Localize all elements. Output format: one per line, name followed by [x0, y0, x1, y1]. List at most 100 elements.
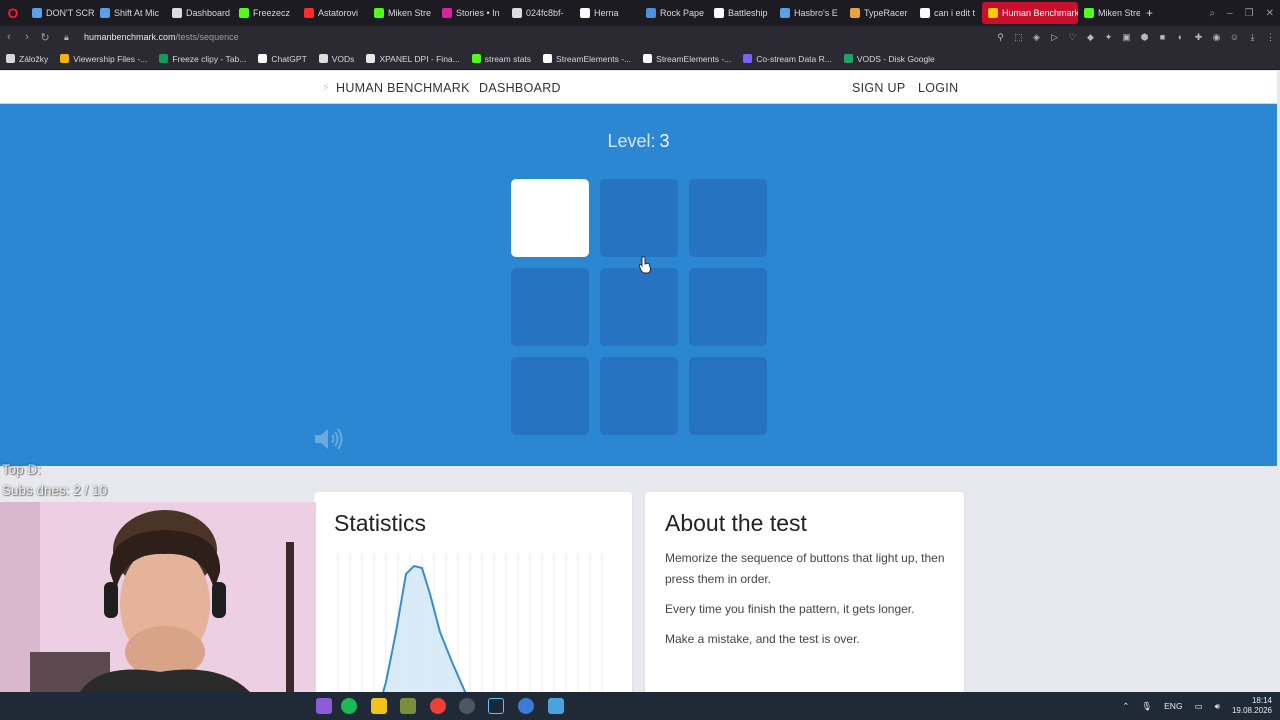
vpn-icon[interactable]: ◈: [1031, 32, 1042, 43]
brand-link[interactable]: ⚡︎ HUMAN BENCHMARK: [322, 71, 470, 104]
steam-icon[interactable]: [488, 698, 504, 714]
browser-tab[interactable]: Herna: [574, 2, 640, 24]
app-icon[interactable]: [316, 698, 332, 714]
browser-tab[interactable]: Human Benchmark: [982, 2, 1078, 24]
url-path: /tests/sequence: [175, 32, 239, 42]
browser-tab[interactable]: Rock Pape: [640, 2, 708, 24]
level-label: Level:: [607, 131, 656, 151]
file-explorer-icon[interactable]: [371, 698, 387, 714]
tab-favicon-icon: [988, 8, 998, 18]
player-icon[interactable]: ▷: [1049, 32, 1060, 43]
browser-tab[interactable]: Hasbro's E: [774, 2, 844, 24]
clock-date: 19.08.2026: [1231, 706, 1272, 715]
bookmark-item[interactable]: Freeze clipy - Tab...: [159, 54, 246, 64]
extension-icon[interactable]: ▣: [1121, 32, 1132, 43]
heart-icon[interactable]: ♡: [1067, 32, 1078, 43]
app-icon[interactable]: [518, 698, 534, 714]
extension-icon[interactable]: ■: [1157, 32, 1168, 42]
tab-favicon-icon: [172, 8, 182, 18]
spotify-icon[interactable]: [341, 698, 357, 714]
minimize-icon[interactable]: –: [1227, 8, 1233, 19]
clock[interactable]: 18:14 19.08.2026: [1232, 696, 1272, 716]
extensions-icon[interactable]: ✚: [1193, 32, 1204, 43]
camera-icon[interactable]: ◉: [1211, 32, 1222, 43]
bookmark-item[interactable]: StreamElements -...: [543, 54, 631, 64]
download-icon[interactable]: ⤓: [1247, 32, 1258, 43]
microphone-icon[interactable]: 🎙︎: [1141, 701, 1152, 712]
bookmark-item[interactable]: StreamElements -...: [643, 54, 731, 64]
system-tray: ⌃ 🎙︎ ENG ▭ 🔊︎ 18:14 19.08.2026: [1122, 692, 1272, 720]
bookmark-label: Záložky: [19, 53, 49, 64]
browser-tab[interactable]: TypeRacer: [844, 2, 914, 24]
tab-favicon-icon: [646, 8, 656, 18]
url-field[interactable]: humanbenchmark.com/tests/sequence: [84, 32, 239, 42]
browser-tab[interactable]: Stories • In: [436, 2, 506, 24]
tab-favicon-icon: [442, 8, 452, 18]
browser-tab[interactable]: Miken Stre: [1078, 2, 1140, 24]
app-icon[interactable]: [400, 698, 416, 714]
volume-icon[interactable]: 🔊︎: [1215, 701, 1220, 712]
grid-square-lit[interactable]: [511, 179, 589, 257]
app-icon[interactable]: [459, 698, 475, 714]
grid-square[interactable]: [600, 179, 678, 257]
extension-icon[interactable]: ◐: [1175, 32, 1186, 42]
tab-label: Freezecz: [253, 8, 291, 18]
profile-icon[interactable]: ☺: [1229, 32, 1240, 42]
signup-link[interactable]: SIGN UP: [852, 71, 906, 104]
menu-icon[interactable]: ⋮: [1265, 32, 1276, 43]
restore-icon[interactable]: ❐: [1245, 8, 1254, 19]
sound-icon[interactable]: [313, 426, 345, 452]
bookmark-item[interactable]: XPANEL DPI - Fina...: [366, 54, 460, 64]
grid-square[interactable]: [511, 357, 589, 435]
browser-tab[interactable]: Shift At Mic: [94, 2, 166, 24]
overlay-subs-goal: Subs dnes: 2 / 10: [2, 483, 108, 498]
back-icon[interactable]: ‹: [0, 31, 18, 43]
grid-square[interactable]: [689, 268, 767, 346]
lock-icon[interactable]: 🔒︎: [64, 32, 78, 43]
grid-square[interactable]: [600, 268, 678, 346]
snapshot-icon[interactable]: ⬚: [1013, 32, 1024, 43]
language-indicator[interactable]: ENG: [1164, 701, 1182, 711]
bookmark-item[interactable]: Viewership Files -...: [60, 54, 147, 64]
browser-tab[interactable]: Freezecz: [233, 2, 298, 24]
address-bar-icons: ⚲ ⬚ ◈ ▷ ♡ ◆ ✦ ▣ ⬢ ■ ◐ ✚ ◉ ☺ ⤓ ⋮: [995, 26, 1276, 48]
os-taskbar: ⌃ 🎙︎ ENG ▭ 🔊︎ 18:14 19.08.2026: [0, 692, 1280, 720]
translate-icon[interactable]: ✦: [1103, 32, 1114, 43]
bookmark-item[interactable]: Co-stream Data R...: [743, 54, 832, 64]
bookmark-item[interactable]: Záložky: [6, 54, 48, 64]
network-icon[interactable]: ▭: [1195, 701, 1203, 712]
opera-logo-icon[interactable]: O: [0, 0, 26, 26]
search-tabs-icon[interactable]: ⌕: [1209, 8, 1215, 19]
grid-square[interactable]: [689, 179, 767, 257]
reload-icon[interactable]: ↻: [36, 31, 54, 44]
bookmark-item[interactable]: stream stats: [471, 54, 531, 64]
browser-tab[interactable]: Astatorovi: [298, 2, 368, 24]
browser-tab[interactable]: can i edit t: [914, 2, 982, 24]
chevron-up-icon[interactable]: ⌃: [1122, 701, 1129, 712]
extension-icon[interactable]: ⬢: [1139, 32, 1150, 43]
dashboard-link[interactable]: DASHBOARD: [479, 71, 561, 104]
extension-icon[interactable]: ◆: [1085, 32, 1096, 43]
chrome-icon[interactable]: [430, 698, 446, 714]
browser-tab[interactable]: Battleship: [708, 2, 774, 24]
new-tab-icon[interactable]: +: [1140, 2, 1159, 24]
login-link[interactable]: LOGIN: [918, 71, 958, 104]
tab-label: DON'T SCR: [46, 8, 94, 18]
clock-time: 18:14: [1251, 696, 1272, 705]
pin-icon[interactable]: ⚲: [995, 32, 1006, 43]
bookmark-item[interactable]: ChatGPT: [258, 54, 307, 64]
bookmark-item[interactable]: VODS - Disk Google: [843, 54, 935, 64]
tab-favicon-icon: [374, 8, 384, 18]
browser-tab[interactable]: 024fc8bf-: [506, 2, 574, 24]
forward-icon[interactable]: ›: [18, 31, 36, 43]
grid-square[interactable]: [600, 357, 678, 435]
browser-tab[interactable]: Miken Stre: [368, 2, 436, 24]
browser-tab[interactable]: Dashboard: [166, 2, 233, 24]
browser-tab[interactable]: DON'T SCR: [26, 2, 94, 24]
notepad-icon[interactable]: [548, 698, 564, 714]
close-window-icon[interactable]: ✕: [1266, 8, 1274, 19]
grid-square[interactable]: [689, 357, 767, 435]
square-grid: [511, 179, 767, 435]
grid-square[interactable]: [511, 268, 589, 346]
bookmark-item[interactable]: VODs: [318, 54, 354, 64]
